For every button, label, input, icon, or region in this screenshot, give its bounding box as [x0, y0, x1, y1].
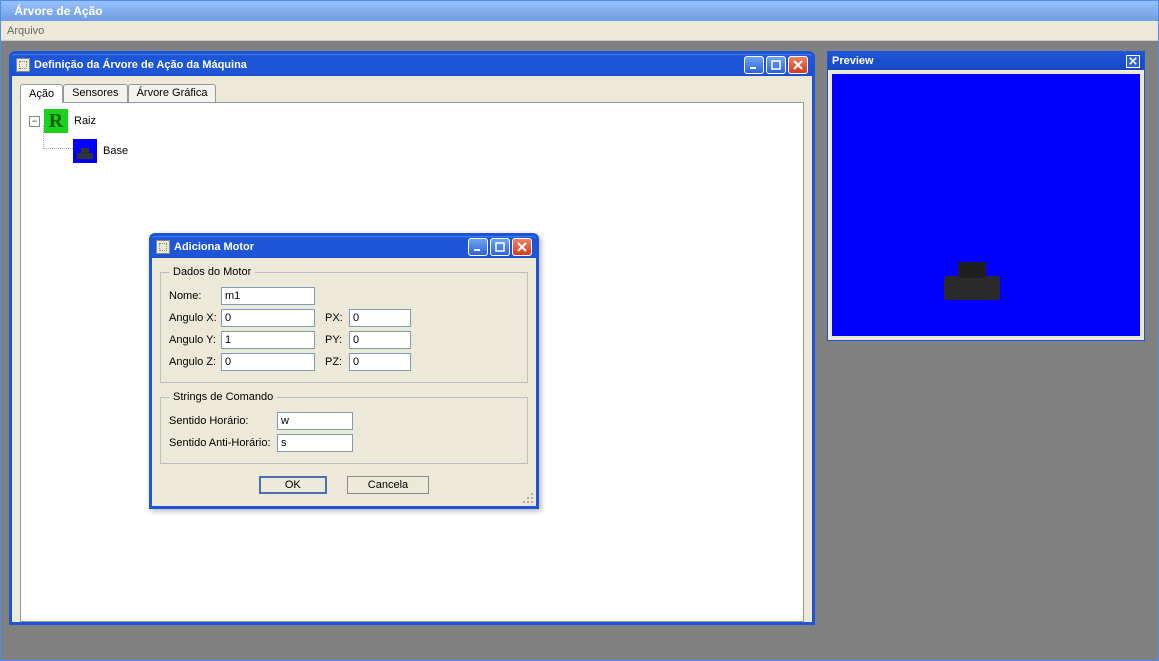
- cancel-button[interactable]: Cancela: [347, 476, 429, 494]
- resize-grip[interactable]: [520, 490, 534, 504]
- nome-label: Nome:: [169, 290, 221, 302]
- main-title-text: Árvore de Ação: [14, 4, 102, 18]
- tab-arvore-grafica[interactable]: Árvore Gráfica: [128, 84, 217, 103]
- tree-toggle[interactable]: −: [29, 116, 40, 127]
- minimize-button[interactable]: [744, 56, 764, 74]
- px-label: PX:: [325, 312, 349, 324]
- nome-input[interactable]: [221, 287, 315, 305]
- motor-titlebar[interactable]: Adiciona Motor: [152, 236, 536, 258]
- angulo-z-label: Angulo Z:: [169, 356, 221, 368]
- sentido-horario-input[interactable]: [277, 412, 353, 430]
- tree-view[interactable]: − R Raiz Base: [29, 111, 795, 161]
- preview-model-icon: [944, 276, 1000, 300]
- motor-title-text: Adiciona Motor: [174, 236, 468, 258]
- definition-body: Ação Sensores Árvore Gráfica − R Raiz: [12, 76, 812, 622]
- pz-input[interactable]: [349, 353, 411, 371]
- group-strings-comando: Strings de Comando Sentido Horário: Sent…: [160, 391, 528, 464]
- tab-acao[interactable]: Ação: [20, 84, 63, 103]
- preview-viewport[interactable]: [832, 74, 1140, 336]
- pz-label: PZ:: [325, 356, 349, 368]
- mdi-client: Definição da Árvore de Ação da Máquina A…: [5, 45, 1154, 656]
- px-input[interactable]: [349, 309, 411, 327]
- tab-sensores[interactable]: Sensores: [63, 84, 127, 103]
- definition-title-text: Definição da Árvore de Ação da Máquina: [34, 54, 744, 76]
- minimize-button[interactable]: [468, 238, 488, 256]
- definition-titlebar[interactable]: Definição da Árvore de Ação da Máquina: [12, 54, 812, 76]
- angulo-x-input[interactable]: [221, 309, 315, 327]
- angulo-x-label: Angulo X:: [169, 312, 221, 324]
- group-dados-motor-legend: Dados do Motor: [169, 266, 255, 278]
- base-icon: [73, 139, 97, 163]
- close-button[interactable]: [788, 56, 808, 74]
- tab-acao-label: Ação: [29, 88, 54, 100]
- maximize-button[interactable]: [766, 56, 786, 74]
- maximize-button[interactable]: [490, 238, 510, 256]
- form-icon: [156, 240, 170, 254]
- tab-strip: Ação Sensores Árvore Gráfica: [20, 84, 804, 103]
- close-button[interactable]: [512, 238, 532, 256]
- tree-root-label: Raiz: [74, 115, 96, 127]
- motor-body: Dados do Motor Nome: Angulo X: PX:: [152, 258, 536, 506]
- preview-titlebar[interactable]: Preview: [828, 52, 1144, 70]
- tree-row-root[interactable]: − R Raiz: [29, 111, 795, 131]
- angulo-z-input[interactable]: [221, 353, 315, 371]
- main-menu: Arquivo: [1, 21, 1158, 41]
- py-label: PY:: [325, 334, 349, 346]
- preview-title-text: Preview: [832, 52, 1126, 70]
- form-icon: [16, 58, 30, 72]
- sentido-horario-label: Sentido Horário:: [169, 415, 277, 427]
- menu-arquivo[interactable]: Arquivo: [7, 25, 44, 37]
- sentido-anti-horario-input[interactable]: [277, 434, 353, 452]
- close-button[interactable]: [1126, 55, 1140, 68]
- angulo-y-label: Angulo Y:: [169, 334, 221, 346]
- tree-row-base[interactable]: Base: [73, 141, 795, 161]
- tree-base-label: Base: [103, 145, 128, 157]
- tab-page-acao: − R Raiz Base: [20, 102, 804, 622]
- preview-window: Preview: [827, 51, 1145, 341]
- tab-sensores-label: Sensores: [72, 87, 118, 99]
- group-dados-motor: Dados do Motor Nome: Angulo X: PX:: [160, 266, 528, 383]
- sentido-anti-horario-label: Sentido Anti-Horário:: [169, 437, 277, 449]
- py-input[interactable]: [349, 331, 411, 349]
- definition-window: Definição da Árvore de Ação da Máquina A…: [9, 51, 815, 625]
- motor-dialog: Adiciona Motor: [149, 233, 539, 509]
- main-window: Árvore de Ação Arquivo Definição da Árvo…: [0, 0, 1159, 661]
- ok-button[interactable]: OK: [259, 476, 327, 494]
- angulo-y-input[interactable]: [221, 331, 315, 349]
- main-window-title: Árvore de Ação: [1, 1, 1158, 21]
- tab-arvore-label: Árvore Gráfica: [137, 87, 208, 99]
- tree-connector: [43, 125, 73, 149]
- group-strings-legend: Strings de Comando: [169, 391, 277, 403]
